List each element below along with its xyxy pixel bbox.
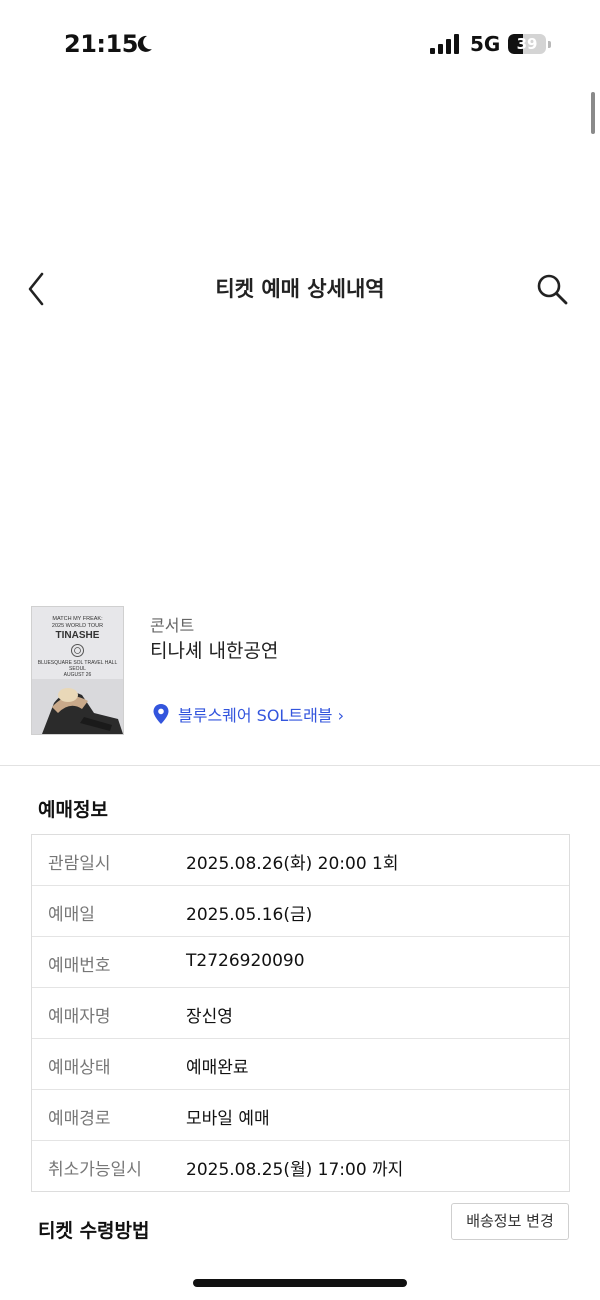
network-type: 5G	[470, 32, 501, 56]
venue-name: 블루스퀘어 SOL트래블 ›	[178, 706, 344, 725]
info-row-cancel-deadline: 취소가능일시 2025.08.25(월) 17:00 까지	[32, 1141, 569, 1191]
booking-info-title: 예매정보	[38, 799, 108, 821]
booking-info-table: 관람일시 2025.08.26(화) 20:00 1회 예매일 2025.05.…	[31, 834, 570, 1192]
show-poster[interactable]: MATCH MY FREAK: 2025 WORLD TOUR TINASHE …	[31, 606, 124, 735]
signal-icon	[430, 34, 459, 54]
poster-line1: MATCH MY FREAK:	[52, 616, 103, 622]
page-title: 티켓 예매 상세내역	[215, 277, 385, 301]
info-label: 관람일시	[48, 854, 111, 874]
info-value: 2025.08.25(월) 17:00 까지	[186, 1160, 404, 1180]
search-button[interactable]	[535, 272, 569, 306]
location-pin-icon	[153, 704, 169, 724]
chevron-left-icon	[28, 272, 44, 306]
ticket-receipt-title: 티켓 수령방법	[38, 1220, 150, 1242]
info-value: 장신영	[186, 1007, 233, 1027]
poster-artist-photo	[32, 679, 123, 734]
poster-date: AUGUST 26	[63, 672, 92, 678]
info-label: 예매경로	[48, 1109, 111, 1129]
info-row-viewing-datetime: 관람일시 2025.08.26(화) 20:00 1회	[32, 835, 569, 886]
show-title[interactable]: 티나셰 내한공연	[150, 636, 278, 663]
poster-emblem-icon	[71, 644, 84, 657]
info-label: 예매상태	[48, 1058, 111, 1078]
poster-artist: TINASHE	[55, 630, 100, 641]
info-value: T2726920090	[186, 951, 305, 971]
search-icon	[537, 274, 568, 305]
change-delivery-info-button[interactable]: 배송정보 변경	[451, 1203, 569, 1240]
scroll-indicator[interactable]	[591, 92, 595, 134]
battery-indicator: 39	[508, 34, 551, 54]
info-row-booking-date: 예매일 2025.05.16(금)	[32, 886, 569, 937]
info-value: 모바일 예매	[186, 1109, 270, 1129]
info-label: 취소가능일시	[48, 1160, 142, 1180]
back-button[interactable]	[22, 270, 52, 308]
status-time: 21:15	[64, 30, 138, 58]
info-label: 예매번호	[48, 956, 111, 976]
home-indicator[interactable]	[193, 1279, 407, 1287]
moon-icon	[137, 35, 152, 52]
info-value: 2025.05.16(금)	[186, 905, 313, 925]
info-label: 예매자명	[48, 1007, 111, 1027]
info-value: 2025.08.26(화) 20:00 1회	[186, 854, 399, 874]
info-row-booker-name: 예매자명 장신영	[32, 988, 569, 1039]
info-row-booking-channel: 예매경로 모바일 예매	[32, 1090, 569, 1141]
show-category: 콘서트	[150, 616, 195, 635]
info-row-booking-status: 예매상태 예매완료	[32, 1039, 569, 1090]
battery-percent: 39	[516, 35, 538, 53]
info-row-booking-number: 예매번호 T2726920090	[32, 937, 569, 988]
info-value: 예매완료	[186, 1058, 249, 1078]
poster-line2: 2025 WORLD TOUR	[51, 623, 104, 629]
info-label: 예매일	[48, 905, 95, 925]
section-divider	[0, 765, 600, 766]
